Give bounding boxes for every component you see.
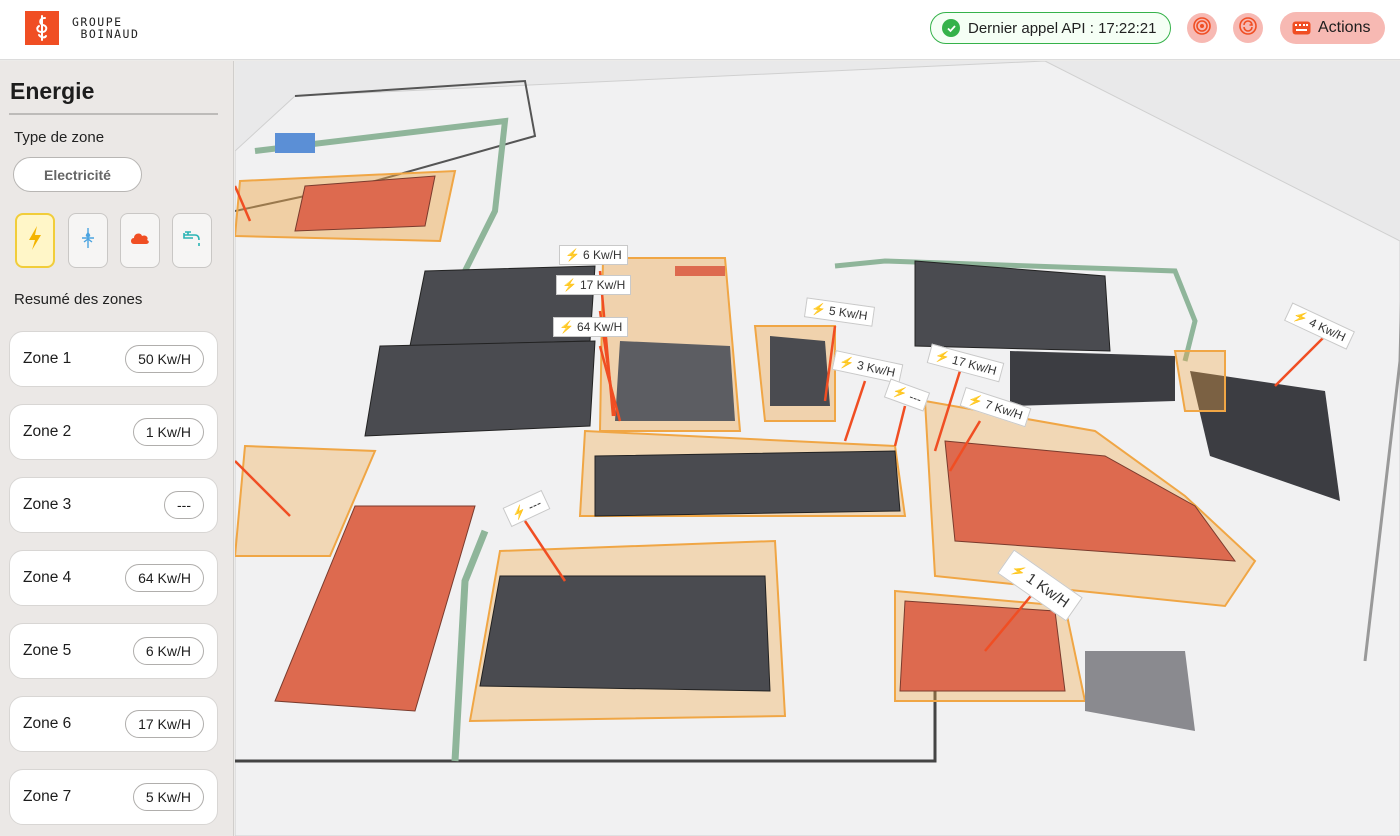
logo-mark bbox=[25, 11, 59, 45]
tap-water-type-button[interactable] bbox=[172, 213, 212, 268]
map-energy-label[interactable]: ⚡ 64 Kw/H bbox=[553, 317, 629, 337]
lightning-icon: ⚡ bbox=[509, 502, 529, 522]
electricity-type-button[interactable] bbox=[15, 213, 55, 268]
zone-name: Zone 4 bbox=[23, 569, 72, 586]
check-icon bbox=[942, 19, 960, 37]
zone-name: Zone 5 bbox=[23, 642, 72, 659]
refresh-icon bbox=[1238, 16, 1258, 41]
zone-card[interactable]: Zone 7 5 Kw/H bbox=[9, 769, 218, 825]
zone-name: Zone 7 bbox=[23, 788, 72, 805]
zone-card[interactable]: Zone 4 64 Kw/H bbox=[9, 550, 218, 606]
map-energy-label[interactable]: ⚡ 17 Kw/H bbox=[556, 275, 632, 295]
zone-card[interactable]: Zone 1 50 Kw/H bbox=[9, 331, 218, 387]
zone-type-heading: Type de zone bbox=[14, 129, 105, 146]
lightning-icon: ⚡ bbox=[810, 301, 828, 318]
zone-card[interactable]: Zone 6 17 Kw/H bbox=[9, 696, 218, 752]
lightning-icon: ⚡ bbox=[1290, 307, 1311, 327]
keyboard-icon bbox=[1292, 21, 1311, 35]
zone-value-badge: 1 Kw/H bbox=[132, 418, 204, 446]
lightning-icon: ⚡ bbox=[966, 391, 985, 410]
target-icon bbox=[1192, 16, 1212, 41]
zone-name: Zone 3 bbox=[23, 496, 72, 513]
target-button[interactable] bbox=[1187, 13, 1217, 43]
zone-name: Zone 6 bbox=[23, 715, 72, 732]
zone-value-badge: 5 Kw/H bbox=[132, 783, 204, 811]
top-bar: GROUPE BOINAUD Dernier appel API : 17:22… bbox=[0, 0, 1400, 60]
zone-name: Zone 1 bbox=[23, 350, 72, 367]
divider bbox=[9, 113, 218, 115]
lightning-icon: ⚡ bbox=[565, 248, 580, 262]
zone-name: Zone 2 bbox=[23, 423, 72, 440]
refresh-button[interactable] bbox=[1233, 13, 1263, 43]
sidebar-title: Energie bbox=[10, 78, 95, 104]
map-energy-label[interactable]: ⚡ 6 Kw/H bbox=[559, 245, 628, 265]
zone-card[interactable]: Zone 2 1 Kw/H bbox=[9, 404, 218, 460]
api-status-text: Dernier appel API : 17:22:21 bbox=[968, 19, 1157, 37]
gas-type-button[interactable] bbox=[120, 213, 160, 268]
zone-type-selector[interactable]: Electricité bbox=[13, 157, 142, 192]
lightning-icon: ⚡ bbox=[559, 320, 574, 334]
lightning-icon: ⚡ bbox=[562, 278, 577, 292]
lightning-icon: ⚡ bbox=[933, 348, 952, 366]
actions-label: Actions bbox=[1318, 19, 1371, 36]
actions-button[interactable]: Actions bbox=[1280, 12, 1385, 44]
lightning-icon bbox=[26, 225, 44, 256]
water-drop-icon bbox=[78, 226, 98, 255]
cloud-icon bbox=[129, 230, 151, 251]
site-map-3d[interactable]: ⚡ 6 Kw/H ⚡ 17 Kw/H ⚡ 64 Kw/H ⚡ 5 Kw/H ⚡ 3 Kw/… bbox=[235, 61, 1400, 836]
lightning-icon: ⚡ bbox=[890, 383, 910, 402]
sidebar: Energie Type de zone Electricité Resumé … bbox=[0, 61, 234, 836]
zone-value-badge: 50 Kw/H bbox=[125, 345, 204, 373]
water-type-button[interactable] bbox=[68, 213, 108, 268]
tap-icon bbox=[181, 228, 203, 253]
zone-card[interactable]: Zone 5 6 Kw/H bbox=[9, 623, 218, 679]
api-status-badge: Dernier appel API : 17:22:21 bbox=[930, 12, 1171, 44]
zone-value-badge: 64 Kw/H bbox=[125, 564, 204, 592]
site-map-drawing bbox=[235, 61, 1400, 836]
zone-summary-heading: Resumé des zones bbox=[14, 291, 143, 308]
zone-value-badge: 6 Kw/H bbox=[132, 637, 204, 665]
logo-text: GROUPE BOINAUD bbox=[72, 15, 140, 41]
zone-value-badge: --- bbox=[164, 491, 204, 519]
lightning-icon: ⚡ bbox=[838, 354, 856, 372]
zone-card[interactable]: Zone 3 --- bbox=[9, 477, 218, 533]
zone-value-badge: 17 Kw/H bbox=[125, 710, 204, 738]
